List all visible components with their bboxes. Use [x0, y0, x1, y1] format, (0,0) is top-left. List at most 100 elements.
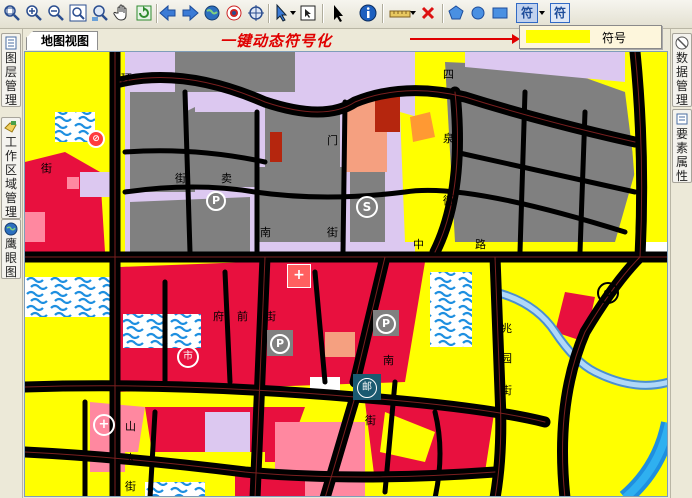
water-area	[430, 272, 472, 347]
street-label: 南	[383, 354, 394, 367]
zoom-fit-icon	[69, 4, 87, 22]
select-arrow-button[interactable]	[272, 3, 292, 23]
post-office-sign: 邮	[353, 374, 381, 400]
symbol-menu-item[interactable]: 符号	[602, 29, 626, 46]
street-label: 泉	[443, 132, 454, 145]
circle-icon	[471, 6, 485, 20]
water-area	[25, 277, 115, 317]
street-label: 街	[443, 194, 454, 207]
pointer-button[interactable]	[328, 3, 348, 23]
parking-icon[interactable]: P	[270, 333, 290, 354]
street-label: 中	[413, 238, 424, 251]
zoom-window-button[interactable]	[90, 3, 110, 23]
pan-button[interactable]	[112, 3, 132, 23]
recycle-icon[interactable]: ↺	[597, 282, 619, 304]
gas-station-icon[interactable]: S	[356, 196, 378, 218]
street-label: 路	[475, 238, 486, 251]
delete-button[interactable]	[418, 3, 438, 23]
symbol-dropdown-menu[interactable]: 符号	[519, 25, 662, 49]
info-button[interactable]	[358, 3, 378, 23]
hand-icon	[113, 4, 127, 21]
select-dropdown-arrow[interactable]	[290, 11, 296, 15]
zoom-in-icon	[26, 5, 42, 21]
symbol-tool-button[interactable]: 符	[550, 3, 570, 23]
circle-button[interactable]	[468, 3, 488, 23]
street-label: 府	[213, 310, 224, 323]
full-extent-button[interactable]	[202, 3, 222, 23]
street-label: 门	[327, 134, 338, 147]
landmark-area	[270, 132, 282, 162]
no-entry-icon[interactable]: ⊘	[87, 130, 105, 148]
street-label: 前	[237, 310, 248, 323]
street-label: 南	[260, 226, 271, 239]
tab-map-view[interactable]: 地图视图	[26, 31, 99, 50]
pointer-icon	[334, 5, 343, 22]
tab-feature-properties[interactable]: 要素属性	[672, 109, 692, 183]
tab-workspace-manager[interactable]: 工作区域管理	[1, 117, 21, 219]
center-button[interactable]	[246, 3, 266, 23]
tab-data-manager[interactable]: 数据管理	[672, 33, 692, 107]
arrow-right-icon	[182, 4, 199, 22]
parking-sign: P	[267, 330, 293, 356]
refresh-button[interactable]	[134, 3, 154, 23]
lilac-area	[205, 412, 250, 452]
measure-dropdown-arrow[interactable]	[410, 11, 416, 15]
parking-sign: P	[373, 310, 399, 336]
forward-button[interactable]	[180, 3, 200, 23]
crosshair-icon	[248, 5, 264, 21]
map-svg[interactable]	[25, 52, 668, 497]
hospital-icon[interactable]: +	[287, 264, 311, 288]
red-x-icon	[421, 6, 435, 20]
pentagon-icon	[448, 5, 464, 20]
parking-icon[interactable]: P	[376, 313, 396, 334]
polygon-button[interactable]	[446, 3, 466, 23]
salmon-area	[325, 332, 355, 357]
symbolize-button-label: 符	[520, 6, 533, 20]
hospital-icon[interactable]: +	[93, 414, 115, 436]
eagle-eye-icon	[4, 222, 18, 236]
parking-icon[interactable]: P	[206, 191, 226, 211]
zoom-window-icon	[92, 5, 108, 21]
symbolize-dropdown-arrow[interactable]	[539, 11, 545, 15]
back-button[interactable]	[158, 3, 178, 23]
street-label: 兆	[501, 322, 512, 335]
ruler-icon	[389, 10, 411, 18]
street-label: 街	[501, 384, 512, 397]
workspace-icon	[4, 121, 17, 133]
zoom-out-icon	[48, 5, 64, 21]
block-area	[445, 62, 635, 242]
info-icon	[359, 4, 377, 22]
zoom-all-button[interactable]	[2, 3, 22, 23]
tab-eagle-eye[interactable]: 鹰眼图	[1, 219, 21, 279]
refresh-icon	[136, 5, 152, 21]
zoom-in-button[interactable]	[24, 3, 44, 23]
tab-layer-manager[interactable]: 图层管理	[1, 33, 21, 107]
identify-button[interactable]	[224, 3, 244, 23]
water-area	[123, 314, 201, 348]
annotation-caption: 一键动态符号化	[220, 32, 333, 50]
residential-area	[25, 317, 115, 377]
select-box-icon	[300, 5, 316, 21]
post-office-icon[interactable]: 邮	[357, 377, 377, 398]
measure-button[interactable]	[388, 3, 412, 23]
water-area	[145, 482, 205, 496]
tab-eagle-eye-label: 鹰眼图	[4, 237, 17, 279]
properties-icon	[676, 113, 688, 125]
zoom-fit-button[interactable]	[68, 3, 88, 23]
clear-select-button[interactable]	[298, 3, 318, 23]
street-label: 四	[443, 68, 454, 81]
tab-data-manager-label: 数据管理	[675, 51, 688, 107]
street-label: 街	[265, 310, 276, 323]
zoom-out-button[interactable]	[46, 3, 66, 23]
map-canvas[interactable]: ⊘ P S + P P 市 邮 + ↺ 街 环 南 门 街 四 泉 街 中 路 …	[24, 51, 668, 497]
rectangle-icon	[492, 7, 508, 19]
lilac-area	[80, 172, 110, 197]
globe-icon	[204, 5, 220, 21]
right-dock-panel: 数据管理 要素属性	[670, 29, 692, 498]
annotation-arrow	[410, 34, 520, 44]
symbolize-button[interactable]: 符	[516, 3, 538, 23]
rectangle-button[interactable]	[490, 3, 510, 23]
market-icon[interactable]: 市	[177, 346, 199, 368]
tab-feature-properties-label: 要素属性	[675, 127, 688, 183]
symbol-color-swatch[interactable]	[526, 30, 590, 43]
